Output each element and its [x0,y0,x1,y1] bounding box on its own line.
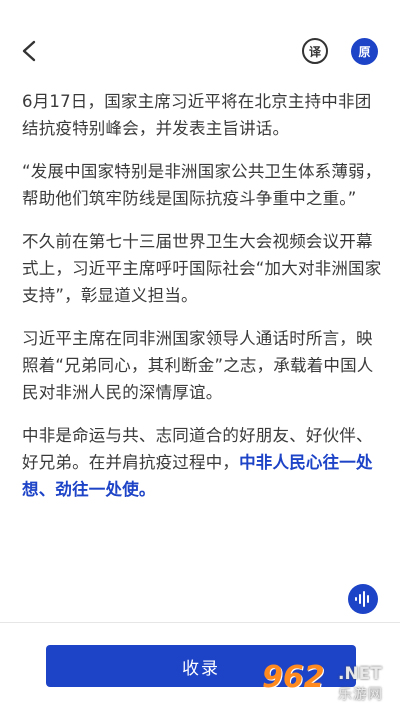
watermark-logo: 962 .NET 乐游网 [262,660,398,708]
watermark-net: .NET [338,664,382,684]
waveform-icon [355,591,369,607]
translate-label: 译 [308,44,321,59]
article-paragraph: 不久前在第七十三届世界卫生大会视频会议开幕式上，习近平主席呼吁国际社会“加大对非… [22,232,382,305]
original-button[interactable]: 原 [351,38,378,65]
footer-divider [0,622,400,623]
article-paragraph: 习近平主席在同非洲国家领导人通话时所言，映照着“兄弟同心，其利断金”之志，承载着… [22,329,374,402]
collect-label: 收录 [182,658,220,679]
translate-button[interactable]: 译 [302,38,328,64]
back-button[interactable] [14,36,44,66]
top-bar: 译 原 [0,0,400,92]
watermark-number: 962 [262,660,325,695]
original-label: 原 [358,45,371,59]
article-paragraph: “发展中国家特别是非洲国家公共卫生体系薄弱，帮助他们筑牢防线是国际抗疫斗争重中之… [22,162,382,208]
watermark-site: 乐游网 [338,687,383,703]
chevron-left-icon [22,40,36,62]
article-paragraph: 6月17日，国家主席习近平将在北京主持中非团结抗疫特别峰会，并发表主旨讲话。 [22,92,372,138]
audio-button[interactable] [348,584,378,614]
article-paragraph-last: 中非是命运与共、志同道合的好朋友、好伙伴、好兄弟。在并肩抗疫过程中，中非人民心往… [22,422,382,503]
article-content: 6月17日，国家主席习近平将在北京主持中非团结抗疫特别峰会，并发表主旨讲话。 “… [22,88,382,519]
